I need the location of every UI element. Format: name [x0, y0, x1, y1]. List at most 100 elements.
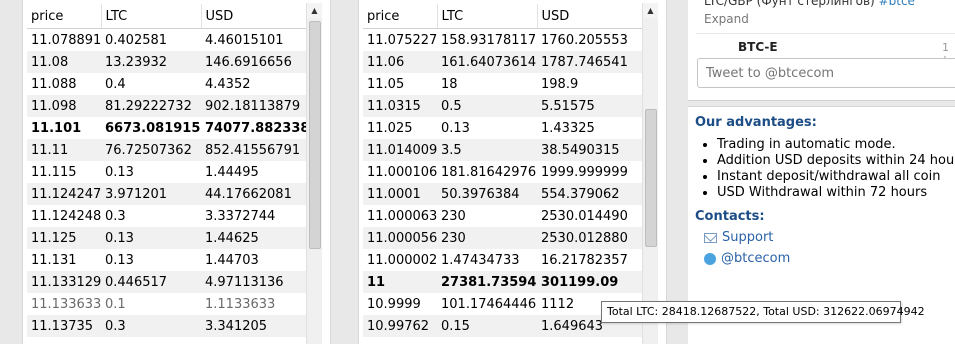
scroll-up-arrow-icon[interactable]: ▲ [307, 3, 322, 18]
twitter-link[interactable]: @btcecom [704, 251, 790, 266]
price-cell: 11 [363, 271, 437, 293]
usd-cell: 1.43325 [541, 120, 595, 136]
table-header-row: price LTC USD [363, 4, 651, 29]
ltc-cell: 81.29222732 [101, 95, 201, 117]
usd-cell: 3.341205 [201, 315, 315, 337]
price-cell: 11.08 [27, 51, 101, 73]
table-row[interactable]: 11.075227 158.93178117 1760.205553 [363, 29, 651, 52]
price-cell: 11.075227 [367, 32, 437, 48]
price-cell: 11.078891 [31, 32, 101, 48]
usd-cell: 4.4352 [205, 76, 251, 92]
list-item: USD Withdrawal within 72 hours [717, 185, 954, 201]
price-cell: 11.13735 [27, 315, 101, 337]
col-header-price[interactable]: price [363, 4, 437, 29]
table-row[interactable]: 11.000106 181.81642976 1999.999999 [363, 161, 651, 183]
scroll-up-arrow-icon[interactable]: ▲ [643, 3, 658, 18]
hashtag-link[interactable]: #btce [879, 0, 915, 8]
col-header-price[interactable]: price [27, 4, 101, 29]
table-row[interactable]: 11.125 0.13 1.44625 [27, 227, 315, 249]
col-header-ltc[interactable]: LTC [436, 4, 537, 29]
price-cell: 11.05 [367, 76, 405, 92]
ltc-cell: 0.13 [105, 164, 134, 180]
table-row[interactable]: 11.08 13.23932 146.6916656 [27, 51, 315, 73]
table-row[interactable]: 11.133633 0.1 1.1133633 [27, 293, 315, 315]
advantages-list: Trading in automatic mode. Addition USD … [695, 137, 954, 201]
twitter-bird-icon [704, 252, 716, 265]
col-header-usd[interactable]: USD [200, 4, 315, 29]
table-row[interactable]: 11.05 18 198.9 [363, 73, 651, 95]
usd-cell: 1787.746541 [537, 51, 651, 73]
price-cell: 11.131 [31, 252, 77, 268]
ltc-cell: 1.47434733 [441, 252, 520, 268]
table-row[interactable]: 11.025 0.13 1.43325 [363, 117, 651, 139]
table-row[interactable]: 11.000063 230 2530.014490 [363, 205, 651, 227]
tweet-author[interactable]: BTC-E [738, 40, 778, 54]
usd-cell: 1999.999999 [541, 164, 628, 180]
table-row[interactable]: 11.101 6673.081915 74077.882338 [27, 117, 315, 139]
expand-link[interactable]: Expand [704, 12, 749, 26]
ltc-cell: 0.4 [105, 76, 126, 92]
tweet-input[interactable] [697, 58, 955, 88]
list-item: Instant deposit/withdrawal all coin [717, 169, 954, 185]
price-cell: 11.025 [367, 120, 413, 136]
price-cell: 11.115 [31, 164, 77, 180]
support-link[interactable]: Support [704, 230, 773, 245]
table-row[interactable]: 11.13735 0.3 3.341205 [27, 315, 315, 337]
usd-cell: 1.44495 [205, 164, 259, 180]
table-row[interactable]: 11.124247 3.971201 44.17662081 [27, 183, 315, 205]
table-row[interactable]: 11.000056 230 2530.012880 [363, 227, 651, 249]
col-header-usd[interactable]: USD [536, 4, 651, 29]
twitter-widget: LTC/GBP (Фунт стерлингов) #btce Expand B… [688, 0, 955, 101]
buy-scrollbar[interactable]: ▲ [306, 3, 322, 344]
usd-cell: 3.3372744 [205, 208, 276, 224]
twitter-label[interactable]: @btcecom [721, 251, 790, 266]
ltc-cell: 3.971201 [101, 183, 201, 205]
ltc-cell: 76.72507362 [101, 139, 201, 161]
ltc-cell: 0.446517 [101, 271, 201, 293]
table-row[interactable]: 11.098 81.29222732 902.18113879 [27, 95, 315, 117]
price-cell: 11.124248 [31, 208, 101, 224]
scroll-thumb[interactable] [309, 21, 321, 249]
price-cell: 11.000106 [367, 164, 437, 180]
usd-cell: 2530.014490 [541, 208, 628, 224]
price-cell: 11.133129 [27, 271, 101, 293]
table-row[interactable]: 1127381.73594242301199.09 [363, 271, 651, 293]
table-row[interactable]: 11.133129 0.446517 4.97113136 [27, 271, 315, 293]
usd-cell: 2530.012880 [537, 227, 651, 249]
table-row[interactable]: 11.124248 0.3 3.3372744 [27, 205, 315, 227]
sell-orders-panel: price LTC USD 11.075227 158.93178117 1760.… [358, 0, 667, 344]
ltc-cell: 230 [437, 227, 537, 249]
sell-scrollbar[interactable]: ▲ [642, 3, 658, 344]
price-cell: 11.11 [27, 139, 101, 161]
ltc-cell: 0.3 [101, 315, 201, 337]
table-row[interactable]: 11.11 76.72507362 852.41556791 [27, 139, 315, 161]
usd-cell: 1.1133633 [205, 296, 276, 312]
table-row[interactable]: 11.0315 0.5 5.51575 [363, 95, 651, 117]
table-row[interactable]: 11.000002 1.47434733 16.21782357 [363, 249, 651, 271]
table-row[interactable]: 11.088 0.4 4.4352 [27, 73, 315, 95]
table-row[interactable]: 11.115 0.13 1.44495 [27, 161, 315, 183]
ltc-cell: 0.13 [101, 227, 201, 249]
price-cell: 11.000002 [367, 252, 437, 268]
buy-orders-panel: price LTC USD 11.078891 0.402581 4.4601510… [22, 0, 331, 344]
ltc-cell: 181.81642976 [441, 164, 537, 180]
price-cell: 11.125 [27, 227, 101, 249]
usd-cell: 38.5490315 [537, 139, 651, 161]
ltc-cell: 0.5 [437, 95, 537, 117]
support-label[interactable]: Support [722, 230, 773, 245]
table-row[interactable]: 11.0001 50.3976384 554.379062 [363, 183, 651, 205]
ltc-cell: 0.3 [105, 208, 126, 224]
table-row[interactable]: 11.078891 0.402581 4.46015101 [27, 29, 315, 52]
scroll-thumb[interactable] [645, 109, 657, 247]
table-row[interactable]: 11.131 0.13 1.44703 [27, 249, 315, 271]
ltc-cell: 161.64073614 [437, 51, 537, 73]
advantages-title: Our advantages: [695, 115, 817, 130]
table-row[interactable]: 11.014009 3.5 38.5490315 [363, 139, 651, 161]
price-cell: 10.99762 [363, 315, 437, 337]
ltc-cell: 3.5 [437, 139, 537, 161]
table-row[interactable]: 11.06 161.64073614 1787.746541 [363, 51, 651, 73]
ltc-cell: 0.13 [105, 252, 134, 268]
ltc-cell: 13.23932 [101, 51, 201, 73]
col-header-ltc[interactable]: LTC [100, 4, 201, 29]
usd-cell: 852.41556791 [201, 139, 315, 161]
